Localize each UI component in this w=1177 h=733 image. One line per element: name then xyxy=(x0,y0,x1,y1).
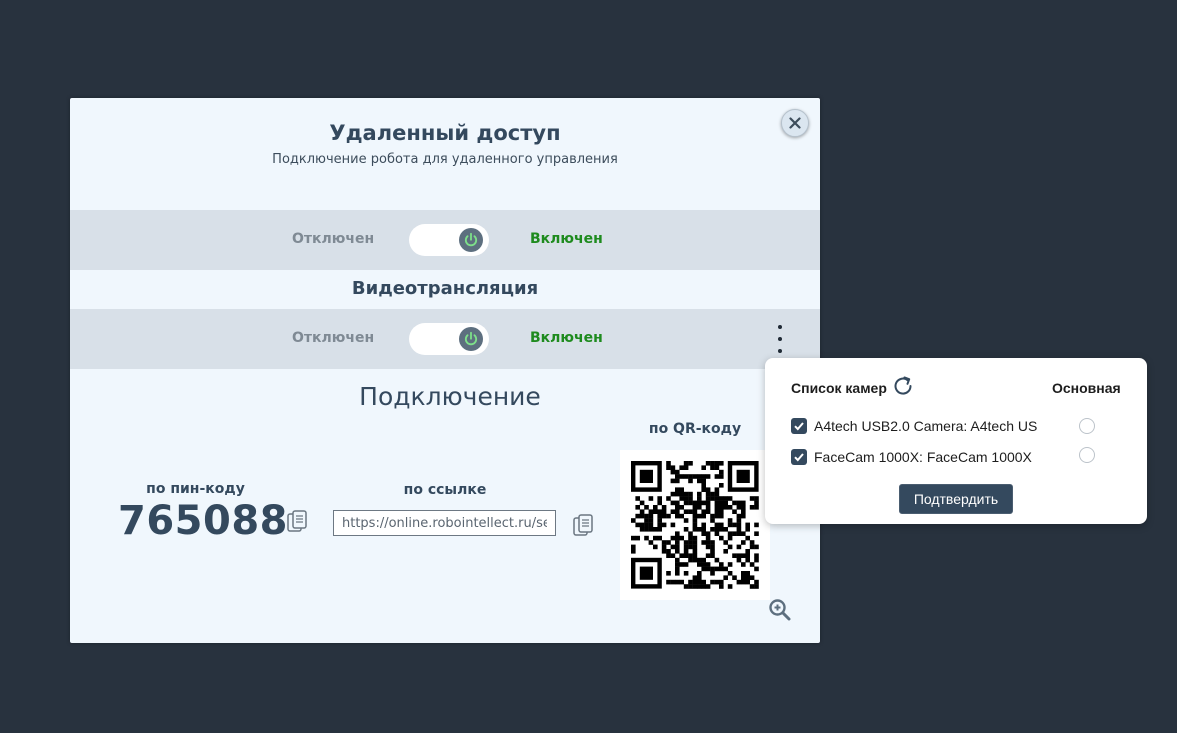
copy-icon xyxy=(573,514,593,536)
qr-code-image xyxy=(631,461,759,589)
copy-link-button[interactable] xyxy=(573,514,593,542)
modal-subtitle: Подключение робота для удаленного управл… xyxy=(272,152,618,167)
remote-access-switch[interactable] xyxy=(409,224,489,256)
video-on-label: Включен xyxy=(530,330,603,346)
qr-label: по QR-коду xyxy=(648,421,742,437)
video-stream-switch[interactable] xyxy=(409,323,489,355)
qr-code xyxy=(620,450,770,600)
copy-pin-button[interactable] xyxy=(287,510,307,538)
primary-camera-radio[interactable] xyxy=(1079,418,1095,434)
switch-knob xyxy=(459,327,483,351)
video-section-title: Видеотрансляция xyxy=(351,278,539,299)
camera-checkbox[interactable] xyxy=(791,449,807,465)
camera-name: A4tech USB2.0 Camera: A4tech US xyxy=(814,418,1038,434)
remote-on-label: Включен xyxy=(530,231,603,247)
switch-knob xyxy=(459,228,483,252)
video-toggle-row: Отключен Включен xyxy=(70,309,820,369)
copy-icon xyxy=(287,510,307,532)
check-icon xyxy=(794,453,804,462)
camera-row: FaceCam 1000X: FaceCam 1000X xyxy=(791,447,1131,468)
confirm-button[interactable]: Подтвердить xyxy=(899,484,1013,514)
more-vertical-icon[interactable] xyxy=(770,325,790,353)
power-icon xyxy=(464,232,478,247)
link-label: по ссылке xyxy=(403,482,487,498)
pin-label: по пин-коду xyxy=(146,481,245,497)
refresh-icon xyxy=(894,376,912,395)
pin-code: 765088 xyxy=(118,498,288,544)
remote-off-label: Отключен xyxy=(292,231,375,247)
modal-title: Удаленный доступ xyxy=(329,121,561,145)
primary-column-header: Основная xyxy=(1052,380,1121,396)
camera-checkbox[interactable] xyxy=(791,418,807,434)
link-field[interactable] xyxy=(333,510,556,536)
zoom-qr-button[interactable] xyxy=(768,598,792,626)
camera-list-popup: Список камер Основная A4tech USB2.0 Came… xyxy=(765,358,1147,524)
zoom-in-icon xyxy=(769,599,791,621)
connection-title: Подключение xyxy=(359,382,541,411)
power-icon xyxy=(464,331,478,346)
refresh-cameras-button[interactable] xyxy=(891,374,915,403)
camera-name: FaceCam 1000X: FaceCam 1000X xyxy=(814,449,1032,465)
check-icon xyxy=(794,422,804,431)
video-off-label: Отключен xyxy=(292,330,375,346)
primary-camera-radio[interactable] xyxy=(1079,447,1095,463)
remote-toggle-row: Отключен Включен xyxy=(70,210,820,270)
remote-access-modal: Удаленный доступ Подключение робота для … xyxy=(70,98,820,643)
camera-row: A4tech USB2.0 Camera: A4tech US xyxy=(791,417,1131,437)
camera-list-header: Список камер xyxy=(791,380,887,396)
